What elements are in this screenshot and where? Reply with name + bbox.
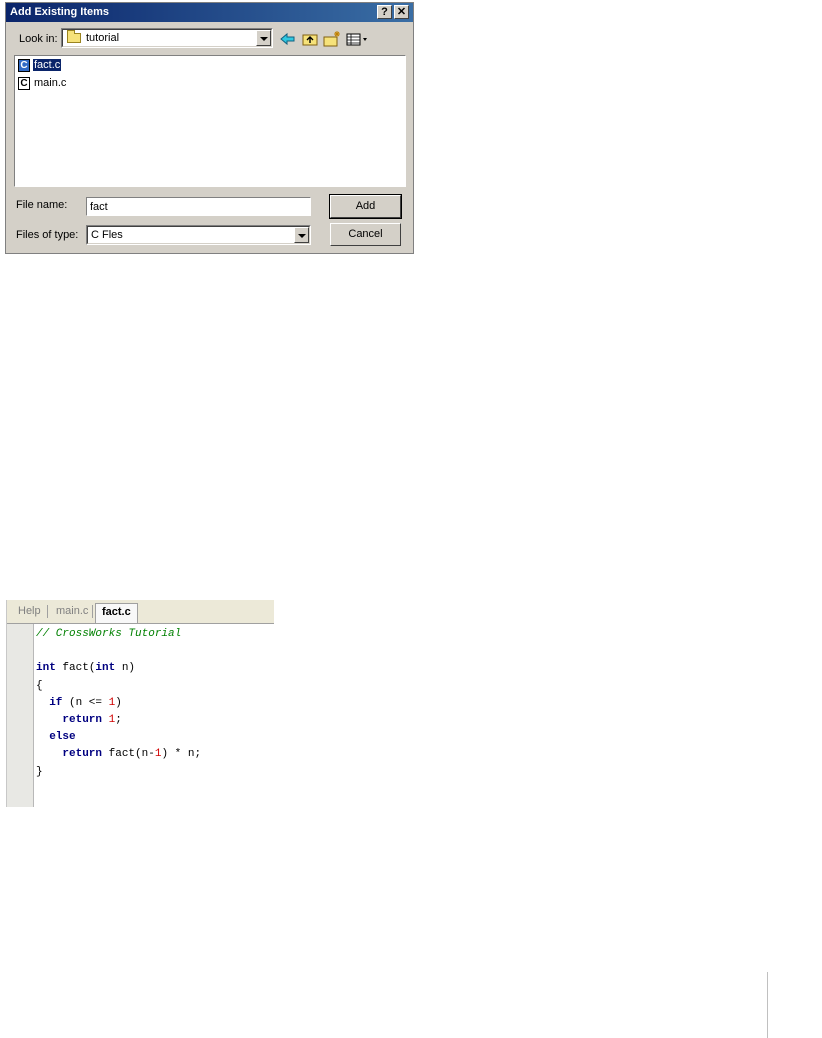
files-of-type-value: C Fles (91, 229, 123, 241)
c-file-icon: C (18, 77, 30, 90)
file-name-input[interactable] (88, 199, 309, 214)
tab-fact-c[interactable]: fact.c (95, 603, 138, 623)
look-in-value: tutorial (86, 32, 120, 44)
dialog-titlebar[interactable]: Add Existing Items ? ✕ (6, 3, 413, 22)
files-of-type-label: Files of type: (16, 229, 79, 241)
editor-tab-bar: Help main.c fact.c (7, 600, 274, 624)
cancel-button[interactable]: Cancel (330, 223, 401, 246)
code-line: int fact(int n) (36, 662, 136, 675)
tab-main-c[interactable]: main.c (56, 605, 88, 617)
look-in-dropdown[interactable]: tutorial (61, 28, 273, 48)
file-name: fact.c (31, 58, 63, 72)
code-line: else (49, 731, 76, 744)
up-folder-icon[interactable] (300, 29, 320, 49)
view-menu-icon[interactable] (345, 29, 371, 49)
new-folder-icon[interactable] (322, 29, 342, 49)
code-line: return fact(n-1) * n; (62, 748, 202, 761)
tab-separator (92, 605, 93, 618)
code-line: return 1; (62, 713, 122, 726)
file-name-label: File name: (16, 199, 68, 211)
chevron-down-icon[interactable] (256, 30, 271, 46)
look-in-label: Look in: (19, 33, 58, 45)
tab-separator (47, 605, 48, 618)
dialog-title: Add Existing Items (10, 6, 110, 18)
file-name-field[interactable] (86, 197, 311, 216)
code-line: { (36, 679, 43, 692)
help-button[interactable]: ? (377, 5, 392, 19)
tab-help[interactable]: Help (18, 605, 41, 617)
code-area[interactable]: // CrossWorks Tutorial int fact(int n) {… (36, 626, 201, 781)
folder-icon (67, 30, 81, 43)
add-existing-items-dialog: Add Existing Items ? ✕ Look in: tutorial… (5, 2, 414, 254)
add-button[interactable]: Add (329, 194, 402, 219)
code-line: if (n <= 1) (49, 696, 122, 709)
close-button[interactable]: ✕ (394, 5, 409, 19)
chevron-down-icon[interactable] (294, 227, 309, 243)
back-arrow-icon[interactable] (278, 29, 298, 49)
c-file-icon: C (18, 59, 30, 72)
file-list[interactable]: C fact.c C main.c (14, 55, 406, 187)
line-gutter (7, 624, 34, 807)
files-of-type-dropdown[interactable]: C Fles (86, 225, 311, 245)
code-line: // CrossWorks Tutorial (36, 628, 182, 640)
page-margin-rule (767, 972, 768, 1038)
file-name: main.c (34, 77, 67, 89)
code-line: } (36, 765, 43, 778)
code-editor: Help main.c fact.c // CrossWorks Tutoria… (6, 600, 274, 807)
close-icon: ✕ (396, 6, 407, 18)
help-icon: ? (381, 6, 388, 18)
